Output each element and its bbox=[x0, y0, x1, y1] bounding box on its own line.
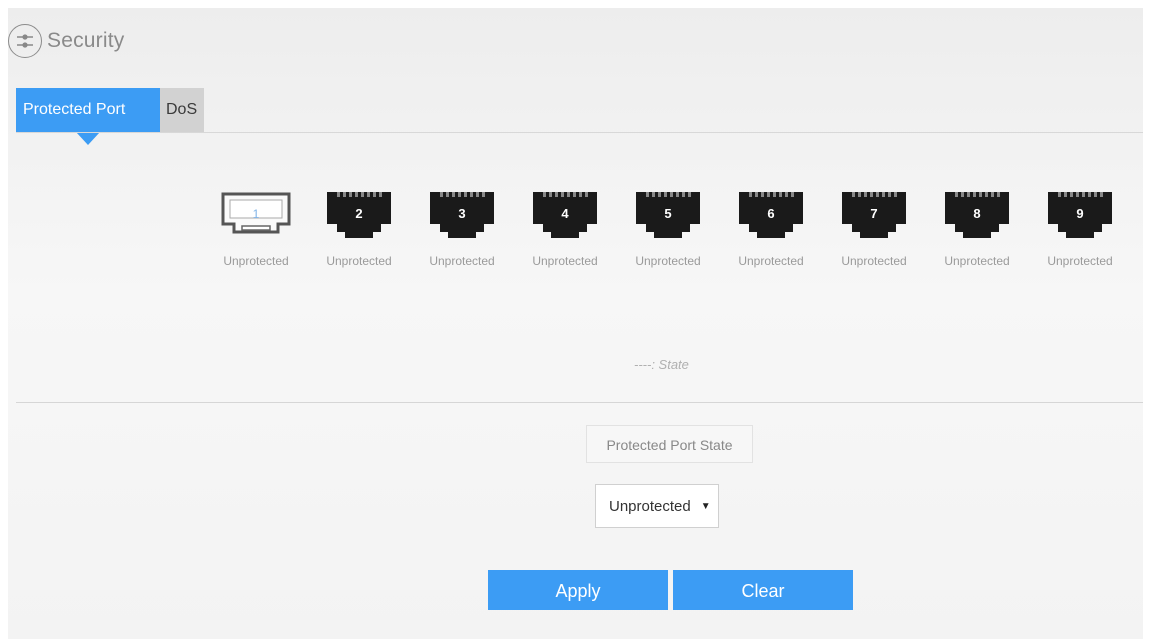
ethernet-port-icon: 4 bbox=[529, 188, 601, 240]
port-3[interactable]: 3 Unprotected bbox=[416, 188, 508, 268]
port-status-label: Unprotected bbox=[429, 254, 495, 268]
port-number: 6 bbox=[767, 206, 775, 221]
port-number: 8 bbox=[973, 206, 981, 221]
apply-button[interactable]: Apply bbox=[488, 570, 668, 610]
ethernet-port-icon: 9 bbox=[1044, 188, 1116, 240]
ethernet-port-icon: 8 bbox=[941, 188, 1013, 240]
port-1[interactable]: 1 Unprotected bbox=[210, 188, 302, 268]
protected-port-state-select[interactable]: Unprotected ▼ bbox=[595, 484, 719, 528]
port-number: 5 bbox=[664, 206, 672, 221]
ethernet-port-icon: 1 bbox=[220, 188, 292, 240]
ethernet-port-icon: 7 bbox=[838, 188, 910, 240]
ethernet-port-icon: 2 bbox=[323, 188, 395, 240]
port-status-label: Unprotected bbox=[223, 254, 289, 268]
port-8[interactable]: 8 Unprotected bbox=[931, 188, 1023, 268]
clear-button[interactable]: Clear bbox=[673, 570, 853, 610]
tab-protected-port[interactable]: Protected Port bbox=[16, 88, 160, 145]
port-status-label: Unprotected bbox=[738, 254, 804, 268]
port-number: 4 bbox=[561, 206, 569, 221]
port-number: 2 bbox=[355, 206, 363, 221]
ethernet-port-icon: 5 bbox=[632, 188, 704, 240]
port-7[interactable]: 7 Unprotected bbox=[828, 188, 920, 268]
port-number: 9 bbox=[1076, 206, 1084, 221]
page-title: Security bbox=[47, 29, 125, 52]
protected-port-state-label: Protected Port State bbox=[586, 425, 753, 463]
port-status-label: Unprotected bbox=[326, 254, 392, 268]
legend-state: ----: State bbox=[634, 357, 689, 372]
port-number: 1 bbox=[252, 207, 260, 221]
tab-underline bbox=[16, 132, 1143, 133]
port-status-label: Unprotected bbox=[841, 254, 907, 268]
port-status-label: Unprotected bbox=[532, 254, 598, 268]
port-number: 3 bbox=[458, 206, 466, 221]
port-status-label: Unprotected bbox=[635, 254, 701, 268]
ethernet-port-icon: 3 bbox=[426, 188, 498, 240]
port-status-label: Unprotected bbox=[1047, 254, 1113, 268]
state-select-value: Unprotected bbox=[609, 497, 691, 515]
port-number: 7 bbox=[870, 206, 878, 221]
chevron-down-icon: ▼ bbox=[700, 500, 711, 512]
settings-sliders-icon bbox=[8, 24, 42, 58]
page-header: Security bbox=[8, 18, 124, 64]
port-6[interactable]: 6 Unprotected bbox=[725, 188, 817, 268]
port-status-label: Unprotected bbox=[944, 254, 1010, 268]
port-4[interactable]: 4 Unprotected bbox=[519, 188, 611, 268]
tab-bar: Protected Port DoS bbox=[16, 88, 204, 145]
port-9[interactable]: 9 Unprotected bbox=[1034, 188, 1126, 268]
section-divider bbox=[16, 402, 1143, 403]
tab-dos[interactable]: DoS bbox=[160, 88, 204, 132]
port-5[interactable]: 5 Unprotected bbox=[622, 188, 714, 268]
ethernet-port-icon: 6 bbox=[735, 188, 807, 240]
port-2[interactable]: 2 Unprotected bbox=[313, 188, 405, 268]
